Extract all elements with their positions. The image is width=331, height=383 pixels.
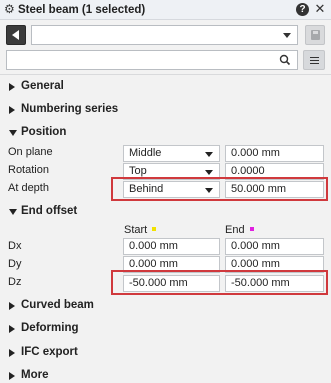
on-plane-select-value: Middle (129, 147, 162, 159)
start-header-label: Start (124, 224, 148, 236)
end-column-header: End (225, 224, 254, 236)
dx-start-input[interactable]: 0.000 mm (123, 238, 220, 255)
expand-icon (9, 325, 15, 333)
back-button[interactable] (6, 25, 26, 45)
section-more[interactable]: More (9, 369, 159, 383)
expand-icon (9, 106, 15, 114)
section-deforming-label: Deforming (21, 322, 79, 334)
section-general-label: General (21, 80, 64, 92)
expand-icon (9, 349, 15, 357)
highlight-box (111, 270, 328, 295)
section-general[interactable]: General (9, 80, 159, 94)
expand-icon (9, 372, 15, 380)
on-plane-label: On plane (8, 146, 53, 158)
section-numbering-series[interactable]: Numbering series (9, 103, 159, 117)
on-plane-select[interactable]: Middle (123, 145, 220, 162)
end-header-label: End (225, 224, 245, 236)
close-icon[interactable]: ✕ (314, 2, 326, 16)
menu-icon (310, 57, 319, 58)
rotation-select-value: Top (129, 165, 147, 177)
section-more-label: More (21, 369, 49, 381)
highlight-box (111, 177, 328, 201)
start-column-header: Start (124, 224, 157, 236)
menu-icon-bar (310, 63, 319, 64)
dx-end-input[interactable]: 0.000 mm (225, 238, 324, 255)
dx-label: Dx (8, 240, 22, 252)
save-icon (311, 30, 320, 40)
dz-label: Dz (8, 276, 22, 288)
end-color-swatch (249, 227, 254, 231)
gear-icon[interactable]: ⚙ (4, 3, 16, 15)
section-position[interactable]: Position (9, 126, 159, 140)
chevron-down-icon (205, 170, 213, 175)
section-end-offset-label: End offset (21, 205, 78, 217)
section-position-label: Position (21, 126, 67, 138)
section-numbering-label: Numbering series (21, 103, 119, 115)
rotation-label: Rotation (8, 164, 49, 176)
back-arrow-icon (12, 30, 19, 40)
dy-label: Dy (8, 258, 22, 270)
section-deforming[interactable]: Deforming (9, 322, 159, 336)
chevron-down-icon (205, 152, 213, 157)
menu-icon-bar (310, 60, 319, 61)
preset-combobox[interactable] (31, 25, 298, 45)
window-title: Steel beam (1 selected) (18, 4, 146, 16)
section-ifc-export-label: IFC export (21, 346, 78, 358)
save-button[interactable] (305, 25, 325, 45)
search-icon[interactable] (278, 53, 292, 67)
collapse-icon (9, 130, 17, 136)
menu-button[interactable] (303, 50, 325, 70)
help-icon[interactable]: ? (296, 3, 309, 16)
divider (0, 74, 331, 75)
expand-icon (9, 302, 15, 310)
chevron-down-icon (283, 33, 291, 38)
start-color-swatch (152, 227, 157, 231)
collapse-icon (9, 209, 17, 215)
section-curved-beam-label: Curved beam (21, 299, 94, 311)
expand-icon (9, 83, 15, 91)
search-input[interactable] (6, 50, 298, 70)
at-depth-label: At depth (8, 182, 49, 194)
section-curved-beam[interactable]: Curved beam (9, 299, 159, 313)
section-ifc-export[interactable]: IFC export (9, 346, 159, 360)
on-plane-offset-input[interactable]: 0.000 mm (225, 145, 324, 162)
section-end-offset[interactable]: End offset (9, 205, 159, 219)
